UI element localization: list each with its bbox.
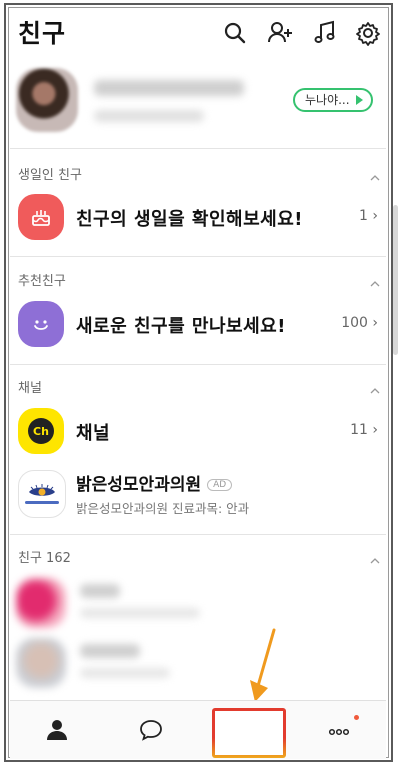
ad-name-text: 밝은성모안과의원 [76,475,202,495]
play-icon [355,95,363,105]
chevron-up-icon[interactable] [370,381,380,394]
new-badge-dot [354,715,359,720]
friend-message-blurred [80,608,200,618]
recommended-count: 100 › [341,315,378,331]
friend-row[interactable] [10,574,386,634]
my-profile-row[interactable]: 누나야... [10,66,386,142]
channel-icon-text: Ch [28,418,54,444]
ad-description: 밝은성모안과의원 진료과목: 안과 [76,501,250,516]
channel-icon: Ch [18,408,64,454]
highlight-box [212,708,286,758]
friend-message-blurred [80,668,170,678]
recommended-row-text: 새로운 친구를 만나보세요! [76,316,286,337]
avatar [16,68,78,132]
music-note-icon[interactable] [312,20,338,46]
ad-badge: AD [207,479,233,491]
divider [10,364,386,365]
clinic-logo [18,470,66,518]
add-friend-icon[interactable] [267,20,293,46]
app-header: 친구 [18,10,386,54]
channel-row-text: 채널 [76,423,111,444]
channel-count: 11 › [350,422,378,438]
chevron-up-icon[interactable] [370,168,380,181]
annotation-arrow [250,628,276,702]
chat-bubble-icon [140,720,162,741]
friend-name-blurred [80,584,120,598]
birthday-row[interactable]: 친구의 생일을 확인해보세요! 1 › [10,188,386,248]
cake-icon [18,194,64,240]
section-label-recommended: 추천친구 [18,274,66,289]
bottom-nav: # [10,700,386,759]
channel-row[interactable]: Ch 채널 11 › [10,402,386,462]
recommended-row[interactable]: 새로운 친구를 만나보세요! 100 › [10,295,386,355]
friend-row[interactable] [10,634,386,694]
birthday-row-text: 친구의 생일을 확인해보세요! [76,209,303,230]
music-status-text: 누나야... [305,93,350,107]
friend-name-blurred [80,644,140,658]
birthday-count: 1 › [359,208,378,224]
ad-title: 밝은성모안과의원 AD [76,470,233,495]
nav-more[interactable] [292,701,386,759]
more-dots-icon [328,728,350,736]
nav-chats[interactable] [104,701,198,759]
section-label-channel: 채널 [18,381,42,396]
section-label-friends: 친구 162 [18,551,71,566]
gear-icon[interactable] [355,20,381,46]
page-title: 친구 [18,19,67,48]
music-status-pill[interactable]: 누나야... [293,88,373,112]
friend-avatar [16,638,66,688]
nav-friends[interactable] [10,701,104,759]
divider [10,256,386,257]
section-label-birthday: 생일인 친구 [18,168,82,183]
chevron-up-icon[interactable] [370,551,380,564]
scrollbar[interactable] [393,205,398,355]
friend-avatar [16,578,66,628]
smile-icon [18,301,64,347]
profile-message-blurred [94,110,204,122]
divider [10,148,386,149]
profile-name-blurred [94,80,244,96]
chevron-up-icon[interactable] [370,274,380,287]
ad-row[interactable]: 밝은성모안과의원 AD 밝은성모안과의원 진료과목: 안과 [10,466,386,526]
divider [10,534,386,535]
person-icon [47,720,67,740]
search-icon[interactable] [222,20,248,46]
